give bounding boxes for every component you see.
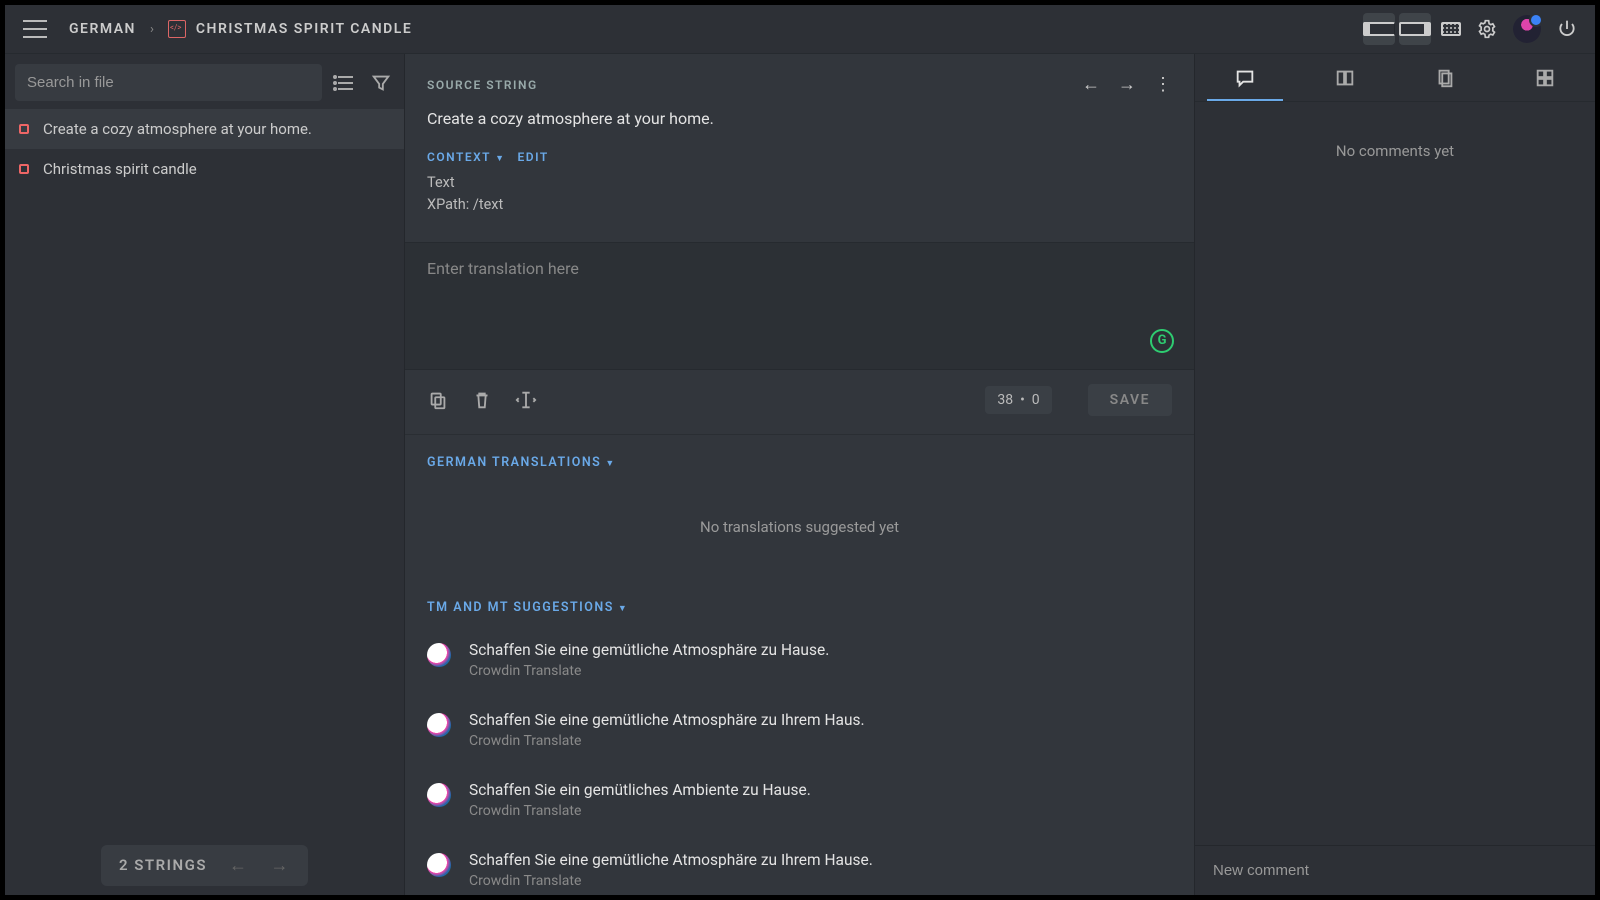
mt-engine-icon xyxy=(427,853,451,877)
breadcrumb-language[interactable]: GERMAN xyxy=(69,21,136,37)
status-untranslated-icon xyxy=(19,164,29,174)
string-pager: 2 STRINGS ← → xyxy=(101,845,308,886)
panel-right-icon xyxy=(1399,22,1431,36)
suggestion-text: Schaffen Sie eine gemütliche Atmosphäre … xyxy=(469,641,1172,659)
right-sidebar: No comments yet xyxy=(1195,54,1595,895)
grammarly-badge[interactable]: G xyxy=(1150,329,1174,353)
view-mode-button[interactable] xyxy=(332,70,358,96)
tab-comments[interactable] xyxy=(1195,54,1295,101)
logout-button[interactable] xyxy=(1551,13,1583,45)
suggestion-source: Crowdin Translate xyxy=(469,803,1172,819)
string-list-item[interactable]: Create a cozy atmosphere at your home. xyxy=(5,109,404,149)
status-untranslated-icon xyxy=(19,124,29,134)
left-sidebar: Create a cozy atmosphere at your home. C… xyxy=(5,54,405,895)
next-string-button[interactable]: → xyxy=(1118,74,1136,95)
suggestion-source: Crowdin Translate xyxy=(469,663,1172,679)
avatar[interactable] xyxy=(1513,15,1541,43)
tab-info[interactable] xyxy=(1495,54,1595,101)
clear-button[interactable] xyxy=(471,389,493,411)
string-text: Christmas spirit candle xyxy=(43,160,197,178)
new-comment-input[interactable] xyxy=(1213,862,1577,879)
translation-input[interactable]: Enter translation here G xyxy=(405,242,1194,370)
files-icon xyxy=(1434,67,1456,89)
top-bar: GERMAN › CHRISTMAS SPIRIT CANDLE xyxy=(5,5,1595,54)
panel-left-icon xyxy=(1363,22,1395,36)
filter-icon xyxy=(370,72,392,94)
suggestion-text: Schaffen Sie eine gemütliche Atmosphäre … xyxy=(469,851,1172,869)
suggestion-source: Crowdin Translate xyxy=(469,873,1172,889)
keyboard-button[interactable] xyxy=(1435,13,1467,45)
text-selection-button[interactable] xyxy=(515,389,537,411)
suggestion-item[interactable]: Schaffen Sie eine gemütliche Atmosphäre … xyxy=(405,837,1194,896)
toggle-right-panel-button[interactable] xyxy=(1399,13,1431,45)
filter-button[interactable] xyxy=(368,70,394,96)
grid-icon xyxy=(1534,67,1556,89)
comment-icon xyxy=(1234,67,1256,89)
toggle-left-panel-button[interactable] xyxy=(1363,13,1395,45)
no-translations-message: No translations suggested yet xyxy=(405,478,1194,580)
gear-icon xyxy=(1477,19,1497,39)
more-actions-button[interactable]: ⋮ xyxy=(1154,74,1172,95)
suggestion-source: Crowdin Translate xyxy=(469,733,1172,749)
mt-engine-icon xyxy=(427,643,451,667)
suggestion-item[interactable]: Schaffen Sie eine gemütliche Atmosphäre … xyxy=(405,697,1194,767)
prev-string-button[interactable]: ← xyxy=(1082,74,1100,95)
context-body: Text XPath: /text xyxy=(405,170,1194,234)
translation-placeholder: Enter translation here xyxy=(427,259,579,278)
string-text: Create a cozy atmosphere at your home. xyxy=(43,120,312,138)
settings-button[interactable] xyxy=(1471,13,1503,45)
suggestion-item[interactable]: Schaffen Sie ein gemütliches Ambiente zu… xyxy=(405,767,1194,837)
no-comments-message: No comments yet xyxy=(1336,142,1454,160)
char-count: 38 • 0 xyxy=(985,386,1051,414)
context-edit-button[interactable]: EDIT xyxy=(517,150,548,164)
string-list-item[interactable]: Christmas spirit candle xyxy=(5,149,404,189)
mt-engine-icon xyxy=(427,713,451,737)
list-icon xyxy=(333,71,357,95)
tab-files[interactable] xyxy=(1395,54,1495,101)
editor-pane: SOURCE STRING ← → ⋮ Create a cozy atmosp… xyxy=(405,54,1195,895)
power-icon xyxy=(1557,19,1577,39)
pager-next-button[interactable]: → xyxy=(271,855,291,876)
save-button[interactable]: SAVE xyxy=(1088,384,1172,416)
pager-label: 2 STRINGS xyxy=(119,856,207,874)
menu-icon[interactable] xyxy=(23,20,47,38)
breadcrumb-file[interactable]: CHRISTMAS SPIRIT CANDLE xyxy=(196,21,412,37)
suggestion-text: Schaffen Sie ein gemütliches Ambiente zu… xyxy=(469,781,1172,799)
suggestion-text: Schaffen Sie eine gemütliche Atmosphäre … xyxy=(469,711,1172,729)
file-icon xyxy=(168,20,186,38)
search-input[interactable] xyxy=(15,64,322,101)
tab-terms[interactable] xyxy=(1295,54,1395,101)
mt-engine-icon xyxy=(427,783,451,807)
suggestion-item[interactable]: Schaffen Sie eine gemütliche Atmosphäre … xyxy=(405,627,1194,697)
chevron-right-icon: › xyxy=(150,22,154,37)
book-open-icon xyxy=(1334,67,1356,89)
tm-suggestions-toggle[interactable]: TM AND MT SUGGESTIONS▼ xyxy=(405,580,1194,623)
source-string-text: Create a cozy atmosphere at your home. xyxy=(405,99,1194,146)
pager-prev-button[interactable]: ← xyxy=(229,855,249,876)
german-translations-toggle[interactable]: GERMAN TRANSLATIONS▼ xyxy=(405,435,1194,478)
context-toggle[interactable]: CONTEXT▼ xyxy=(427,150,505,164)
copy-source-button[interactable] xyxy=(427,389,449,411)
keyboard-icon xyxy=(1441,22,1461,36)
source-string-label: SOURCE STRING xyxy=(427,78,538,92)
